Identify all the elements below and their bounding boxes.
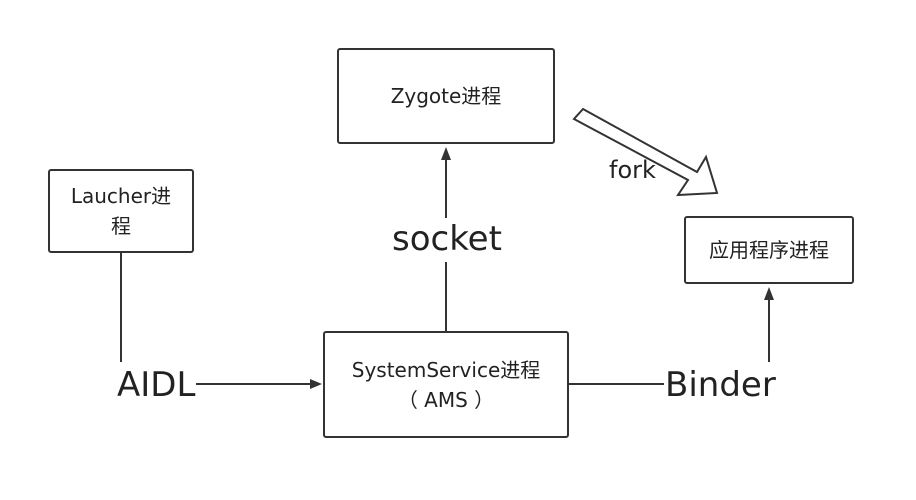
socket-edge-label: socket <box>392 219 502 259</box>
launcher-process-label-line1: Laucher进 <box>70 184 172 208</box>
zygote-process-label: Zygote进程 <box>390 84 502 108</box>
binder-arrowhead <box>764 287 774 300</box>
zygote-process-node: Zygote进程 <box>337 48 555 144</box>
app-process-label: 应用程序进程 <box>709 238 829 262</box>
fork-edge-label: fork <box>609 156 656 184</box>
aidl-arrowhead <box>310 379 322 389</box>
launcher-process-node: Laucher进 程 <box>48 169 194 253</box>
app-process-node: 应用程序进程 <box>684 216 854 284</box>
system-service-label-line1: SystemService进程 <box>351 357 541 382</box>
system-service-label-line2: （ AMS ） <box>397 387 495 412</box>
aidl-edge-label: AIDL <box>117 363 196 407</box>
binder-edge-label: Binder <box>665 363 776 407</box>
socket-arrowhead <box>441 147 451 160</box>
system-service-node: SystemService进程 （ AMS ） <box>323 331 569 438</box>
launcher-process-label-line2: 程 <box>111 214 131 238</box>
